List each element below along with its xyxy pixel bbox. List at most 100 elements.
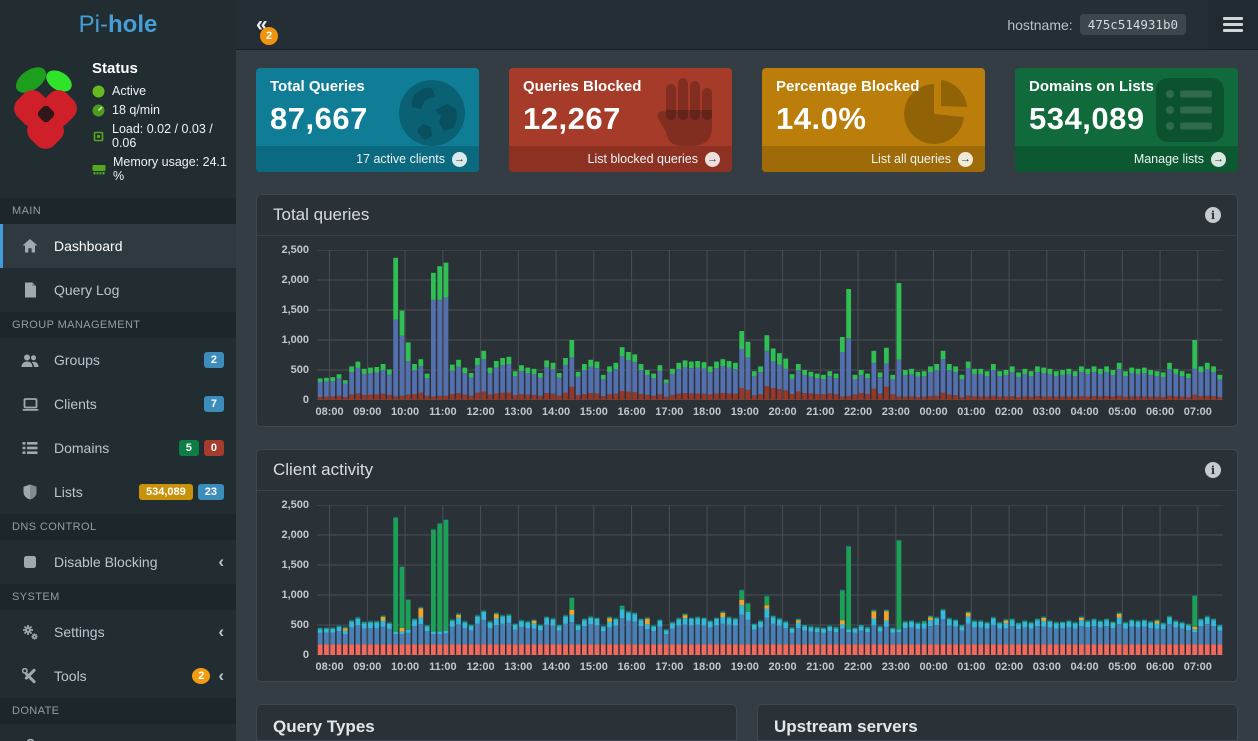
update-count-badge: 2 bbox=[260, 26, 278, 45]
count-badge: 534,089 bbox=[138, 484, 193, 500]
x-tick-label: 13:00 bbox=[504, 406, 533, 418]
client-activity-panel: Client activity i 2,500 2,000 1,500 1,000 50… bbox=[256, 449, 1238, 682]
total-queries-title: Total queries bbox=[273, 205, 370, 224]
card-footer-link[interactable]: List all queries → bbox=[762, 146, 985, 172]
x-tick-label: 11:00 bbox=[429, 406, 457, 418]
x-tick-label: 10:00 bbox=[391, 661, 420, 673]
client-activity-chart bbox=[317, 505, 1223, 655]
sidebar-item-label: Lists bbox=[54, 484, 83, 500]
x-tick-label: 09:00 bbox=[353, 661, 382, 673]
sidebar-section-header: GROUP MANAGEMENT bbox=[0, 312, 236, 338]
x-tick-label: 05:00 bbox=[1108, 406, 1137, 418]
x-tick-label: 17:00 bbox=[655, 661, 684, 673]
upstream-servers-panel: Upstream servers bbox=[757, 704, 1238, 741]
hostname-display: hostname: 475c514931b0 bbox=[1007, 14, 1186, 35]
x-tick-label: 01:00 bbox=[957, 661, 986, 673]
hamburger-menu-button[interactable] bbox=[1208, 0, 1258, 49]
x-tick-label: 23:00 bbox=[881, 661, 910, 673]
x-tick-label: 18:00 bbox=[693, 406, 722, 418]
gears-icon bbox=[18, 624, 42, 640]
arrow-circle-right-icon: → bbox=[958, 151, 973, 167]
x-tick-label: 20:00 bbox=[768, 661, 797, 673]
x-tick-label: 13:00 bbox=[504, 661, 533, 673]
bottom-panels-row: Query Types Upstream servers bbox=[256, 704, 1238, 741]
x-tick-label: 15:00 bbox=[579, 661, 608, 673]
sidebar-item-disable-blocking[interactable]: Disable Blocking ‹ bbox=[0, 540, 236, 584]
pihole-dashboard: Pi-hole Status Active 18 q/min Load: 0.0… bbox=[0, 0, 1258, 741]
sidebar-collapse-control[interactable]: « 2 bbox=[256, 14, 282, 45]
sidebar-item-query-log[interactable]: Query Log bbox=[0, 268, 236, 312]
raspberry-logo bbox=[14, 67, 77, 149]
sidebar-item-dashboard[interactable]: Dashboard bbox=[0, 224, 236, 268]
sidebar-item-domains[interactable]: Domains 5 0 bbox=[0, 426, 236, 470]
card-queries-blocked[interactable]: Queries Blocked 12,267 List blocked querie… bbox=[509, 68, 732, 172]
status-rate: 18 q/min bbox=[92, 103, 228, 117]
x-tick-label: 04:00 bbox=[1070, 661, 1099, 673]
sidebar-item-groups[interactable]: Groups 2 bbox=[0, 338, 236, 382]
sidebar-item-tools[interactable]: Tools 2 ‹ bbox=[0, 654, 236, 698]
x-tick-label: 05:00 bbox=[1108, 661, 1137, 673]
card-value: 87,667 bbox=[270, 101, 368, 136]
sidebar-item-donate[interactable]: $Donate bbox=[0, 724, 236, 741]
card-title: Domains on Lists bbox=[1029, 78, 1155, 95]
card-percentage-blocked[interactable]: Percentage Blocked 14.0% List all queries → bbox=[762, 68, 985, 172]
hostname-value: 475c514931b0 bbox=[1079, 14, 1186, 35]
brand-logo-text[interactable]: Pi-hole bbox=[0, 0, 236, 50]
card-footer-link[interactable]: Manage lists → bbox=[1015, 146, 1238, 172]
card-footer-label: List all queries bbox=[871, 152, 951, 166]
card-footer-link[interactable]: List blocked queries → bbox=[509, 146, 732, 172]
count-badge: 23 bbox=[197, 484, 224, 500]
sidebar-section-header: DONATE bbox=[0, 698, 236, 724]
card-domains-on-lists[interactable]: Domains on Lists 534,089 Manage lists → bbox=[1015, 68, 1238, 172]
x-tick-label: 03:00 bbox=[1032, 406, 1061, 418]
card-footer-label: List blocked queries bbox=[587, 152, 698, 166]
x-tick-label: 12:00 bbox=[466, 661, 495, 673]
sidebar-item-clients[interactable]: Clients 7 bbox=[0, 382, 236, 426]
cpu-icon bbox=[93, 131, 104, 141]
sidebar-item-lists[interactable]: Lists 534,089 23 bbox=[0, 470, 236, 514]
x-axis-labels: 08:00 09:00 10:00 11:00 12:00 13:00 14:00 15:00… bbox=[316, 400, 1223, 422]
sidebar-section-header: MAIN bbox=[0, 198, 236, 224]
x-tick-label: 09:00 bbox=[353, 406, 382, 418]
sidebar-item-label: Dashboard bbox=[54, 238, 123, 254]
card-title: Total Queries bbox=[270, 78, 365, 95]
sidebar-item-label: Disable Blocking bbox=[54, 554, 158, 570]
laptop-icon bbox=[18, 397, 42, 412]
status-dot-icon bbox=[92, 85, 105, 97]
info-icon[interactable]: i bbox=[1205, 462, 1221, 478]
count-badge: 2 bbox=[192, 668, 211, 684]
chevron-left-icon: ‹ bbox=[218, 622, 224, 641]
memory-icon bbox=[92, 165, 106, 175]
shield-icon bbox=[18, 484, 42, 500]
info-icon[interactable]: i bbox=[1205, 207, 1221, 223]
x-tick-label: 19:00 bbox=[730, 406, 759, 418]
count-badge: 5 bbox=[178, 440, 199, 456]
card-total-queries[interactable]: Total Queries 87,667 17 active clients → bbox=[256, 68, 479, 172]
x-tick-label: 16:00 bbox=[617, 406, 646, 418]
sidebar: Pi-hole Status Active 18 q/min Load: 0.0… bbox=[0, 0, 236, 741]
x-tick-label: 23:00 bbox=[881, 406, 910, 418]
x-tick-label: 04:00 bbox=[1070, 406, 1099, 418]
x-tick-label: 10:00 bbox=[391, 406, 420, 418]
x-tick-label: 22:00 bbox=[844, 406, 873, 418]
x-tick-label: 06:00 bbox=[1146, 406, 1175, 418]
query-types-title: Query Types bbox=[273, 717, 375, 736]
status-memory: Memory usage: 24.1 % bbox=[92, 155, 228, 183]
summary-cards: Total Queries 87,667 17 active clients → Que… bbox=[256, 68, 1238, 172]
client-activity-title: Client activity bbox=[273, 460, 374, 479]
tools-icon bbox=[18, 668, 42, 684]
sidebar-item-settings[interactable]: Settings ‹ bbox=[0, 610, 236, 654]
card-value: 14.0% bbox=[776, 101, 867, 136]
main-content: Total Queries 87,667 17 active clients → Que… bbox=[236, 50, 1258, 741]
x-tick-label: 18:00 bbox=[693, 661, 722, 673]
card-title: Queries Blocked bbox=[523, 78, 642, 95]
card-footer-link[interactable]: 17 active clients → bbox=[256, 146, 479, 172]
card-footer-label: 17 active clients bbox=[356, 152, 445, 166]
card-value: 534,089 bbox=[1029, 101, 1145, 136]
hostname-label: hostname: bbox=[1007, 16, 1073, 33]
gauge-icon bbox=[92, 104, 105, 116]
status-load: Load: 0.02 / 0.03 / 0.06 bbox=[92, 122, 228, 150]
x-tick-label: 12:00 bbox=[466, 406, 495, 418]
brand-prefix: Pi- bbox=[78, 11, 108, 38]
x-tick-label: 19:00 bbox=[730, 661, 759, 673]
